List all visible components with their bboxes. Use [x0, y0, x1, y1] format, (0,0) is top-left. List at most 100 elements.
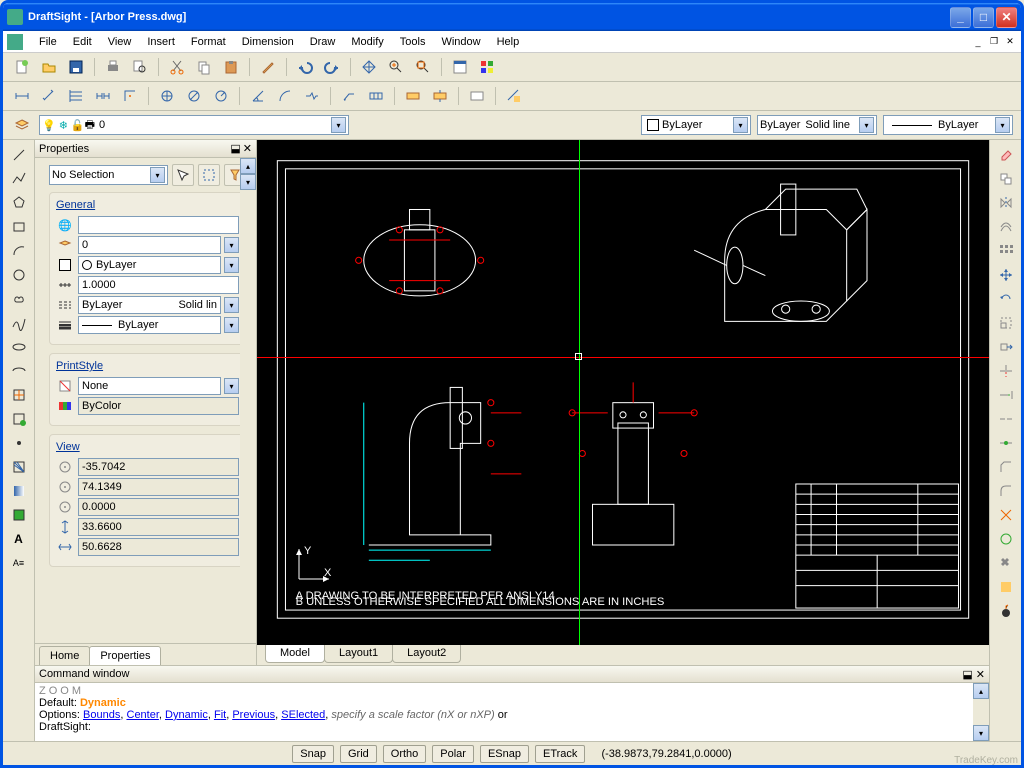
- linetype-combo[interactable]: ByLayer Solid line ▾: [757, 115, 877, 135]
- status-esnap[interactable]: ESnap: [480, 745, 529, 763]
- dim-arc-icon[interactable]: [274, 85, 296, 107]
- stretch-icon[interactable]: [994, 336, 1018, 358]
- command-scrollbar[interactable]: ▴▾: [973, 683, 989, 741]
- zoom-in-icon[interactable]: [385, 56, 407, 78]
- status-ortho[interactable]: Ortho: [383, 745, 427, 763]
- array-icon[interactable]: [994, 240, 1018, 262]
- pencil-icon[interactable]: [257, 56, 279, 78]
- break-icon[interactable]: [994, 408, 1018, 430]
- chevron-down-icon[interactable]: ▾: [331, 117, 346, 133]
- lineweight-combo[interactable]: ByLayer ▾: [883, 115, 1013, 135]
- menu-modify[interactable]: Modify: [343, 34, 391, 50]
- chevron-down-icon[interactable]: ▾: [224, 297, 239, 313]
- revcloud-icon[interactable]: [7, 288, 31, 310]
- gradient-icon[interactable]: [7, 480, 31, 502]
- menu-window[interactable]: Window: [433, 34, 488, 50]
- redo-icon[interactable]: [321, 56, 343, 78]
- print-icon[interactable]: [102, 56, 124, 78]
- opt-bounds[interactable]: Bounds: [83, 709, 120, 721]
- dim-jogged-icon[interactable]: [301, 85, 323, 107]
- close-button[interactable]: ✕: [996, 7, 1017, 28]
- cut-icon[interactable]: [166, 56, 188, 78]
- menu-file[interactable]: File: [31, 34, 65, 50]
- open-icon[interactable]: [38, 56, 60, 78]
- help2-icon[interactable]: [994, 576, 1018, 598]
- linecolor-field[interactable]: ByLayer: [78, 256, 221, 274]
- chevron-down-icon[interactable]: ▾: [150, 167, 165, 183]
- tolerance-icon[interactable]: [365, 85, 387, 107]
- menu-help[interactable]: Help: [489, 34, 528, 50]
- dim-diameter-icon[interactable]: [183, 85, 205, 107]
- select-objects-icon[interactable]: [198, 164, 220, 186]
- trim-icon[interactable]: [994, 360, 1018, 382]
- scale2-icon[interactable]: [994, 312, 1018, 334]
- tab-layout1[interactable]: Layout1: [324, 645, 393, 663]
- copy-icon[interactable]: [193, 56, 215, 78]
- mdi-close-icon[interactable]: ✕: [1003, 35, 1017, 49]
- color-combo[interactable]: ByLayer ▾: [641, 115, 751, 135]
- dim-style-icon[interactable]: [466, 85, 488, 107]
- arc-icon[interactable]: [7, 240, 31, 262]
- ellipse-icon[interactable]: [7, 336, 31, 358]
- pin-icon[interactable]: ⬓: [962, 668, 972, 681]
- dim-linear-icon[interactable]: [11, 85, 33, 107]
- rectangle-icon[interactable]: [7, 216, 31, 238]
- offset-icon[interactable]: [994, 216, 1018, 238]
- menu-view[interactable]: View: [100, 34, 140, 50]
- layer-manager-icon[interactable]: [11, 114, 33, 136]
- block-insert-icon[interactable]: [7, 408, 31, 430]
- ellipse-arc-icon[interactable]: [7, 360, 31, 382]
- fillet-icon[interactable]: [994, 480, 1018, 502]
- chevron-down-icon[interactable]: ▾: [859, 117, 874, 133]
- preview-icon[interactable]: [129, 56, 151, 78]
- properties-icon[interactable]: [449, 56, 471, 78]
- mdi-minimize-icon[interactable]: _: [971, 35, 985, 49]
- rotate-icon[interactable]: [994, 288, 1018, 310]
- chevron-down-icon[interactable]: ▾: [224, 257, 239, 273]
- dim-continue-icon[interactable]: [92, 85, 114, 107]
- pin-icon[interactable]: ⬓: [230, 142, 240, 155]
- status-grid[interactable]: Grid: [340, 745, 377, 763]
- menu-draw[interactable]: Draw: [302, 34, 344, 50]
- status-etrack[interactable]: ETrack: [535, 745, 585, 763]
- chevron-down-icon[interactable]: ▾: [224, 378, 239, 394]
- tab-layout2[interactable]: Layout2: [392, 645, 461, 663]
- panel-close-icon[interactable]: ✕: [243, 142, 252, 155]
- region-icon[interactable]: [7, 504, 31, 526]
- opt-selected[interactable]: SElected: [281, 709, 325, 721]
- layer-combo[interactable]: 💡 ❄ 🔓 🖶 0 ▾: [39, 115, 349, 135]
- undo-icon[interactable]: [294, 56, 316, 78]
- opt-center[interactable]: Center: [126, 709, 158, 721]
- polyline-icon[interactable]: [7, 168, 31, 190]
- menu-tools[interactable]: Tools: [392, 34, 434, 50]
- block-icon[interactable]: [7, 384, 31, 406]
- erase-icon[interactable]: [994, 144, 1018, 166]
- menu-format[interactable]: Format: [183, 34, 234, 50]
- mdi-restore-icon[interactable]: ❐: [987, 35, 1001, 49]
- canvas[interactable]: A DRAWING TO BE INTERPRETED PER ANSI Y14…: [257, 140, 989, 645]
- maximize-button[interactable]: □: [973, 7, 994, 28]
- dim-ordinate-icon[interactable]: [119, 85, 141, 107]
- save-icon[interactable]: [65, 56, 87, 78]
- new-icon[interactable]: [11, 56, 33, 78]
- status-snap[interactable]: Snap: [292, 745, 334, 763]
- selection-combo[interactable]: No Selection ▾: [49, 165, 168, 185]
- mirror-icon[interactable]: [994, 192, 1018, 214]
- minimize-button[interactable]: _: [950, 7, 971, 28]
- options-icon[interactable]: [994, 552, 1018, 574]
- point-icon[interactable]: [7, 432, 31, 454]
- panel-scrollbar[interactable]: ▴▾: [240, 158, 256, 643]
- opt-previous[interactable]: Previous: [232, 709, 275, 721]
- join-icon[interactable]: [994, 432, 1018, 454]
- chevron-down-icon[interactable]: ▾: [995, 117, 1010, 133]
- tab-properties[interactable]: Properties: [89, 646, 161, 665]
- hatch-icon[interactable]: [7, 456, 31, 478]
- circle-icon[interactable]: [7, 264, 31, 286]
- dim-angular-icon[interactable]: [247, 85, 269, 107]
- hyperlink-field[interactable]: [78, 216, 239, 234]
- scale-field[interactable]: 1.0000: [78, 276, 239, 294]
- lineweight-field[interactable]: ByLayer: [78, 316, 221, 334]
- paste-icon[interactable]: [220, 56, 242, 78]
- command-prompt[interactable]: DraftSight:: [39, 721, 985, 733]
- chevron-down-icon[interactable]: ▾: [733, 117, 748, 133]
